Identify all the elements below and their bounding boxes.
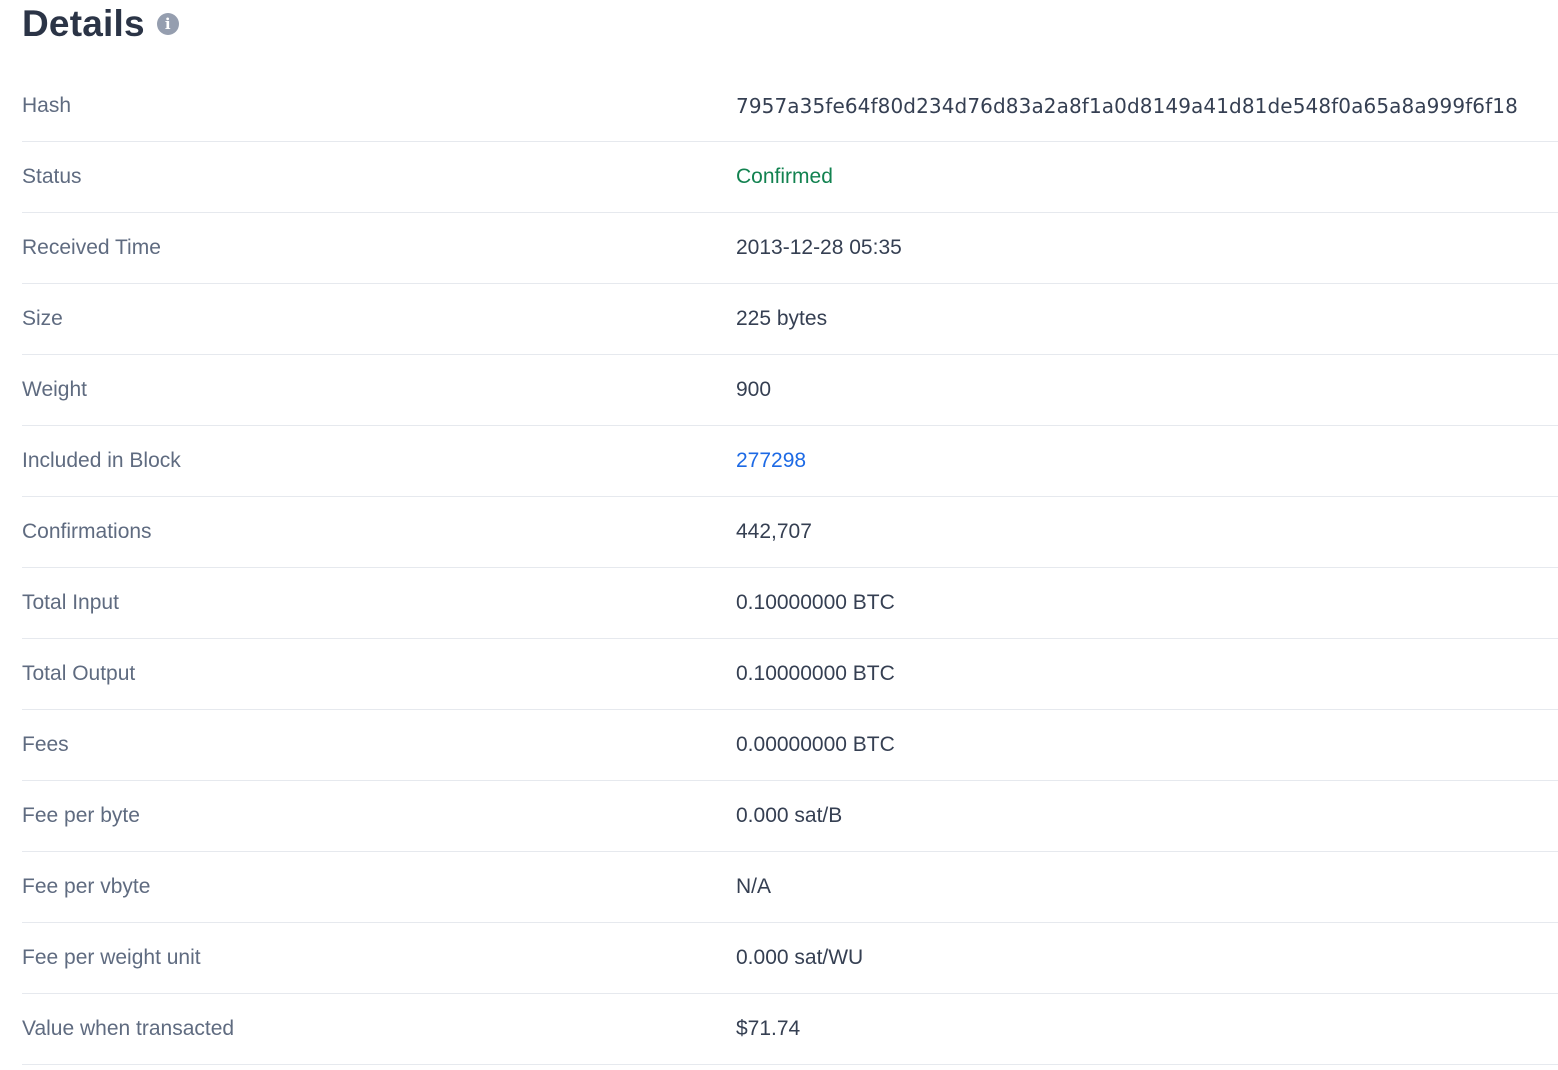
details-table: Hash 7957a35fe64f80d234d76d83a2a8f1a0d81… — [22, 71, 1558, 1065]
details-row-total-output: Total Output 0.10000000 BTC — [22, 639, 1558, 710]
value-when-transacted-value: $71.74 — [736, 1017, 801, 1040]
total-output-label: Total Output — [22, 662, 136, 685]
details-row-fee-per-vbyte: Fee per vbyte N/A — [22, 852, 1558, 923]
included-in-block-label: Included in Block — [22, 449, 181, 472]
details-row-fee-per-weight-unit: Fee per weight unit 0.000 sat/WU — [22, 923, 1558, 994]
total-output-value: 0.10000000 BTC — [736, 662, 895, 685]
details-row-weight: Weight 900 — [22, 355, 1558, 426]
fee-per-byte-label: Fee per byte — [22, 804, 140, 827]
details-row-received-time: Received Time 2013-12-28 05:35 — [22, 213, 1558, 284]
received-time-label: Received Time — [22, 236, 161, 259]
details-row-confirmations: Confirmations 442,707 — [22, 497, 1558, 568]
status-value: Confirmed — [736, 165, 833, 188]
details-row-included-in-block: Included in Block 277298 — [22, 426, 1558, 497]
received-time-value: 2013-12-28 05:35 — [736, 236, 902, 259]
fee-per-vbyte-value: N/A — [736, 875, 772, 898]
status-label: Status — [22, 165, 82, 188]
hash-value: 7957a35fe64f80d234d76d83a2a8f1a0d8149a41… — [736, 94, 1518, 118]
details-header: Details i — [22, 0, 1558, 71]
details-row-status: Status Confirmed — [22, 142, 1558, 213]
details-row-hash: Hash 7957a35fe64f80d234d76d83a2a8f1a0d81… — [22, 71, 1558, 142]
details-row-fee-per-byte: Fee per byte 0.000 sat/B — [22, 781, 1558, 852]
total-input-label: Total Input — [22, 591, 119, 614]
details-panel: Details i Hash 7957a35fe64f80d234d76d83a… — [22, 0, 1558, 1065]
fees-value: 0.00000000 BTC — [736, 733, 895, 756]
total-input-value: 0.10000000 BTC — [736, 591, 895, 614]
fee-per-byte-value: 0.000 sat/B — [736, 804, 843, 827]
size-label: Size — [22, 307, 63, 330]
info-icon[interactable]: i — [156, 13, 179, 35]
confirmations-label: Confirmations — [22, 520, 152, 543]
hash-label: Hash — [22, 94, 72, 117]
details-row-total-input: Total Input 0.10000000 BTC — [22, 568, 1558, 639]
fee-per-vbyte-label: Fee per vbyte — [22, 875, 151, 898]
details-row-fees: Fees 0.00000000 BTC — [22, 710, 1558, 781]
size-value: 225 bytes — [736, 307, 828, 330]
weight-value: 900 — [736, 378, 772, 401]
fee-per-weight-unit-label: Fee per weight unit — [22, 946, 201, 969]
fee-per-weight-unit-value: 0.000 sat/WU — [736, 946, 864, 969]
page-title: Details — [22, 3, 145, 44]
details-row-size: Size 225 bytes — [22, 284, 1558, 355]
confirmations-value: 442,707 — [736, 520, 812, 543]
details-row-value-when-transacted: Value when transacted $71.74 — [22, 994, 1558, 1065]
weight-label: Weight — [22, 378, 87, 401]
value-when-transacted-label: Value when transacted — [22, 1017, 235, 1040]
fees-label: Fees — [22, 733, 69, 756]
block-link[interactable]: 277298 — [736, 449, 806, 473]
